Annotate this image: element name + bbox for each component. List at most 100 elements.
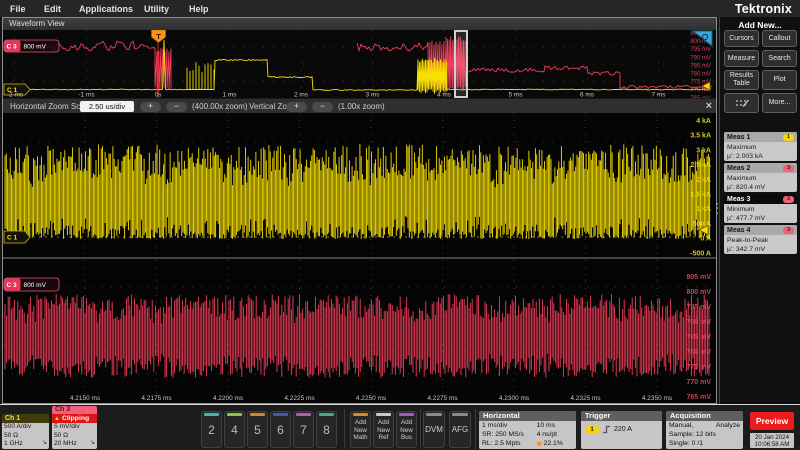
drag-handle-icon[interactable] — [714, 200, 719, 218]
measurement-type: Maximum — [724, 173, 797, 183]
vertical-zoom-plus-button[interactable]: + — [286, 102, 307, 112]
horizontal-panel[interactable]: Horizontal 1 ms/div10 ms SR: 250 MS/s4 n… — [479, 411, 576, 449]
channel-4-button[interactable]: 4 — [224, 411, 245, 448]
measurement-value: µ': 342.7 mV — [724, 245, 797, 254]
ch1-axis-label: -500 A — [690, 250, 711, 257]
mask-button[interactable] — [724, 93, 759, 113]
measurement-source-badge: 3 — [783, 196, 794, 203]
sidebar-button-search[interactable]: Search — [762, 50, 797, 67]
menu-item-applications[interactable]: Applications — [79, 4, 133, 14]
main-time-label: 4.2150 ms — [70, 395, 101, 402]
preview-button[interactable]: Preview — [750, 412, 794, 430]
divider — [475, 409, 476, 449]
clipping-warning: ▲ Clipping — [52, 414, 97, 423]
sidebar-button-more-[interactable]: More... — [762, 93, 797, 113]
main-ch1-ground-marker[interactable]: C 1 — [4, 231, 30, 243]
horizontal-scale: 1 ms/div — [482, 421, 537, 430]
dvm-button[interactable]: DVM — [423, 411, 445, 448]
menu-item-help[interactable]: Help — [189, 4, 209, 14]
channel-1-impedance: 50 Ω — [4, 432, 47, 441]
mask-dot — [736, 104, 738, 106]
channel-1-bandwidth: 1 GHz — [4, 440, 47, 449]
main-time-label: 4.2300 ms — [499, 395, 530, 402]
measurement-badge-3[interactable]: Meas 33Minimumµ': 477.7 mV — [724, 194, 797, 223]
channel-color-stripe — [227, 413, 242, 416]
measurement-source-badge: 3 — [783, 227, 794, 234]
measurement-type: Peak-to-Peak — [724, 235, 797, 245]
sidebar-button-measure[interactable]: Measure — [724, 50, 759, 67]
add-new-color-stripe — [353, 413, 368, 416]
afg-label: AFG — [452, 425, 468, 434]
ch3-axis-label: 800 mV — [686, 289, 711, 296]
add-new-ref-button[interactable]: Add New Ref — [373, 411, 394, 448]
channel-3-scale: 5 mV/div — [54, 423, 95, 432]
trigger-panel[interactable]: Trigger 1 220 A — [581, 411, 662, 449]
channel-3-badge[interactable]: Ch 3 ▲ Clipping 5 mV/div 50 Ω 20 MHz ↘ — [52, 406, 97, 449]
afg-button[interactable]: AFG — [449, 411, 471, 448]
horizontal-zoom-scale-input[interactable]: 2.50 us/div — [80, 101, 134, 112]
menu-item-edit[interactable]: Edit — [44, 4, 61, 14]
channel-3-bandwidth: 20 MHz — [54, 440, 95, 449]
overview-ch3-offset-badge[interactable]: C 3800 mV — [4, 40, 59, 52]
channel-5-button[interactable]: 5 — [247, 411, 268, 448]
measurement-badge-2[interactable]: Meas 23Maximumµ': 820.4 mV — [724, 163, 797, 192]
menu-item-utility[interactable]: Utility — [144, 4, 169, 14]
sidebar-button-cursors[interactable]: Cursors — [724, 30, 759, 47]
horizontal-zoom-minus-button[interactable]: − — [166, 102, 187, 112]
channel-3-impedance: 50 Ω — [54, 432, 95, 441]
zoom-window-box[interactable] — [455, 31, 467, 97]
badge-channel: C 3 — [7, 44, 18, 51]
measurement-source-badge: 3 — [783, 165, 794, 172]
measurement-name: Meas 1 — [727, 134, 750, 141]
mask-dot — [744, 100, 746, 102]
main-time-label: 4.2225 ms — [284, 395, 315, 402]
acquisition-panel[interactable]: Acquisition Manual,Analyze Sample: 12 bi… — [666, 411, 743, 449]
channel-1-badge[interactable]: Ch 1 500 A/div 50 Ω 1 GHz ↘ — [2, 414, 49, 449]
trigger-t-icon[interactable]: T — [152, 30, 166, 43]
main-plot: 4 kA3.5 kA3 kA2.5 kA2 kA1.5 kA1 kA500 A0… — [3, 113, 716, 403]
vertical-zoom-factor: (1.00x zoom) — [338, 102, 385, 111]
channel-1-label: Ch 1 — [2, 414, 49, 423]
main-ch3-offset-badge[interactable]: C 3800 mV — [4, 278, 59, 291]
measurement-type: Minimum — [724, 204, 797, 214]
sidebar-button-results-table[interactable]: Results Table — [724, 70, 759, 90]
ch1-axis-label: 4 kA — [696, 118, 711, 125]
zoom-overview-area[interactable]: 805 mV800 mV795 mV790 mV785 mV780 mV775 … — [3, 30, 716, 98]
measurement-badge-1[interactable]: Meas 11Maximumµ': 2.003 kA — [724, 132, 797, 161]
add-new-math-button[interactable]: Add New Math — [350, 411, 371, 448]
overview-voltage-label: 795 mV — [690, 47, 711, 53]
measurement-header: Meas 33 — [724, 194, 797, 204]
horizontal-zoom-factor: (400.00x zoom) — [192, 102, 248, 111]
close-icon[interactable]: × — [706, 100, 712, 112]
channel-2-button[interactable]: 2 — [201, 411, 222, 448]
menu-item-file[interactable]: File — [10, 4, 26, 14]
clipping-warning-text: Clipping — [62, 415, 89, 422]
trigger-level: 220 A — [614, 426, 632, 433]
add-new-bus-button[interactable]: Add New Bus — [396, 411, 417, 448]
main-waveform-area[interactable]: 4 kA3.5 kA3 kA2.5 kA2 kA1.5 kA1 kA500 A0… — [3, 113, 716, 403]
sidebar-button-callout[interactable]: Callout — [762, 30, 797, 47]
channel-8-button[interactable]: 8 — [316, 411, 337, 448]
sample-rate: SR: 250 MS/s — [482, 430, 537, 439]
settings-bar: Ch 1 500 A/div 50 Ω 1 GHz ↘ Ch 3 ▲ Clipp… — [0, 404, 800, 450]
main-ch3-noise-band — [5, 294, 709, 378]
datetime-display[interactable]: 20 Jan 2024 10:06:58 AM — [750, 433, 794, 448]
mask-icon — [734, 97, 750, 109]
main-time-label: 4.2275 ms — [427, 395, 458, 402]
ch1-axis-label: 1 kA — [696, 206, 711, 213]
probe-icon: ↘ — [90, 439, 95, 448]
vertical-zoom-minus-button[interactable]: − — [312, 102, 333, 112]
horizontal-zoom-plus-button[interactable]: + — [140, 102, 161, 112]
overview-voltage-label: 790 mV — [690, 55, 711, 61]
dvm-label: DVM — [425, 425, 443, 434]
add-new-title: Add New... — [720, 20, 800, 30]
channel-6-button[interactable]: 6 — [270, 411, 291, 448]
main-ch1-noise-band — [5, 144, 710, 239]
tektronix-logo: Tektronix — [735, 2, 792, 16]
measurement-badge-4[interactable]: Meas 43Peak-to-Peakµ': 342.7 mV — [724, 225, 797, 254]
warning-icon: ▲ — [54, 416, 60, 422]
sidebar-button-plot[interactable]: Plot — [762, 70, 797, 90]
afg-color-stripe — [452, 413, 468, 416]
channel-7-button[interactable]: 7 — [293, 411, 314, 448]
record-length: RL: 2.5 Mpts — [482, 439, 537, 448]
